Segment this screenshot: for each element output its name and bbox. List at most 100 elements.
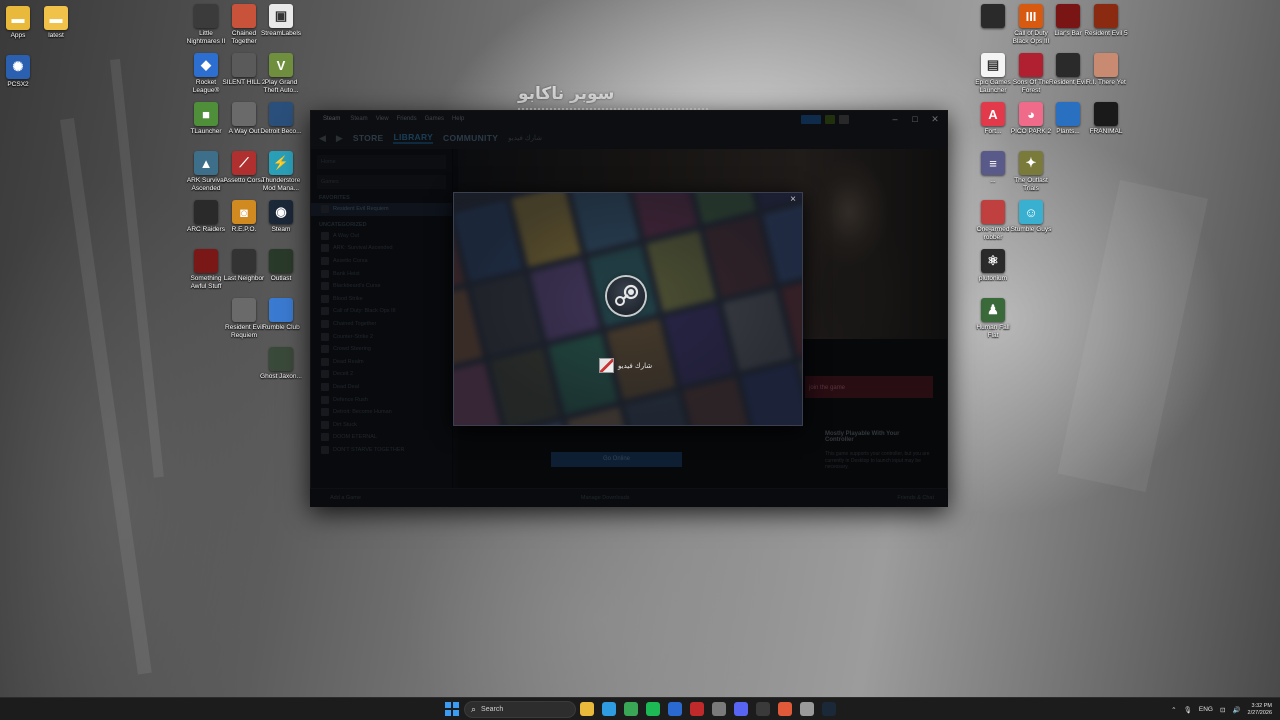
language-indicator[interactable]: ENG xyxy=(1199,706,1213,713)
desktop-icon[interactable]: Resident Evil 5 xyxy=(1084,4,1128,38)
desktop-icon-label: The Outlast Trials xyxy=(1014,177,1048,192)
desktop-icon-label: R.I. There Yet xyxy=(1086,79,1126,86)
settings-icon[interactable] xyxy=(712,702,726,716)
desktop-icon[interactable]: Outlast xyxy=(259,249,303,283)
desktop-icon-label: Steam xyxy=(271,226,291,233)
plutonium-icon: ⚛ xyxy=(981,249,1005,273)
desktop-icon[interactable]: ▬ latest xyxy=(34,6,78,40)
pcsx2-icon: ✺ xyxy=(6,55,30,79)
search-icon: ⌕ xyxy=(471,704,477,714)
git-icon[interactable] xyxy=(778,702,792,716)
desktop-icon-label: Play Grand Theft Auto... xyxy=(263,79,299,94)
spotify-icon[interactable] xyxy=(646,702,660,716)
gta-icon: V xyxy=(269,53,293,77)
game-icon xyxy=(1094,102,1118,126)
edge-icon[interactable] xyxy=(602,702,616,716)
chevron-up-icon[interactable]: ⌃ xyxy=(1171,706,1176,714)
avatar xyxy=(599,358,614,373)
taskbar-clock[interactable]: 3:32 PM 2/27/2026 xyxy=(1248,703,1272,717)
desktop-icon-label: Resident Evil 5 xyxy=(1084,30,1128,37)
thunderstore-icon: ⚡ xyxy=(269,151,293,175)
game-icon xyxy=(1019,53,1043,77)
close-icon[interactable]: × xyxy=(786,193,800,207)
tlauncher-icon: ■ xyxy=(194,102,218,126)
game-icon xyxy=(1056,4,1080,28)
game-icon xyxy=(232,4,256,28)
folder-icon: ▬ xyxy=(44,6,68,30)
steam-icon: ◉ xyxy=(269,200,293,224)
news-icon[interactable] xyxy=(690,702,704,716)
desktop-icon[interactable]: ⚡ Thunderstore Mod Mana... xyxy=(259,151,303,192)
assetto-corsa-icon: ⟋ xyxy=(232,151,256,175)
wallpaper-detail xyxy=(1057,180,1209,493)
game-icon xyxy=(232,298,256,322)
network-icon[interactable]: ⊡ xyxy=(1220,706,1225,714)
game-icon xyxy=(981,4,1005,28)
discord-icon[interactable] xyxy=(734,702,748,716)
taskbar: ⌕ Search ⌃ 🎙 ENG ⊡ 🔊 3:32 PM 2/27/2026 xyxy=(0,697,1280,720)
desktop-icon-label: Rumble Club xyxy=(262,324,300,331)
desktop-icon-label: latest xyxy=(48,32,64,39)
desktop-icon-label: FRANIMAL xyxy=(1089,128,1123,135)
steam-icon[interactable] xyxy=(822,702,836,716)
loading-username: شارك فيديو xyxy=(618,361,653,370)
desktop-icon[interactable]: ✺ PCSX2 xyxy=(0,55,40,89)
start-button[interactable] xyxy=(445,702,459,716)
game-icon xyxy=(269,249,293,273)
game-icon xyxy=(269,298,293,322)
desktop-icon-label: Human Fall Flat xyxy=(976,324,1010,339)
game-icon xyxy=(1056,53,1080,77)
desktop-icon[interactable]: ♟ Human Fall Flat xyxy=(971,298,1015,339)
desktop-icon[interactable]: FRANIMAL xyxy=(1084,102,1128,136)
extensions-icon[interactable] xyxy=(800,702,814,716)
game-icon xyxy=(232,53,256,77)
desktop-icon[interactable]: ✦ The Outlast Trials xyxy=(1009,151,1053,192)
desktop-icon-label: Ghost Jaxon... xyxy=(260,373,302,380)
desktop-icon[interactable]: ☺ Stumble Guys xyxy=(1009,200,1053,234)
ark-icon: ▲ xyxy=(194,151,218,175)
desktop-icon[interactable]: V Play Grand Theft Auto... xyxy=(259,53,303,94)
desktop-icon[interactable]: ◉ Steam xyxy=(259,200,303,234)
steam-logo-icon xyxy=(607,277,645,315)
clock-date: 2/27/2026 xyxy=(1247,709,1272,716)
game-icon xyxy=(269,347,293,371)
streamlabels-icon: ▣ xyxy=(269,4,293,28)
game-icon xyxy=(194,200,218,224)
pico-park-icon: ◕ xyxy=(1019,102,1043,126)
desktop-icon[interactable]: ▣ StreamLabels xyxy=(259,4,303,38)
game-icon xyxy=(981,200,1005,224)
chrome-icon[interactable] xyxy=(624,702,638,716)
desktop-icon[interactable]: Ghost Jaxon... xyxy=(259,347,303,381)
volume-icon[interactable]: 🔊 xyxy=(1232,706,1240,714)
media-icon[interactable] xyxy=(668,702,682,716)
desktop-icon-label: plutonium xyxy=(978,275,1008,282)
search-placeholder: Search xyxy=(481,706,504,713)
desktop-icon[interactable]: R.I. There Yet xyxy=(1084,53,1128,87)
stumble-guys-icon: ☺ xyxy=(1019,200,1043,224)
game-icon xyxy=(232,249,256,273)
file-explorer-icon[interactable] xyxy=(580,702,594,716)
taskbar-search[interactable]: ⌕ Search xyxy=(464,701,576,718)
outlast-trials-icon: ✦ xyxy=(1019,151,1043,175)
game-icon xyxy=(194,249,218,273)
watermark-logo: سوبر ناكابو xyxy=(518,84,708,110)
loading-status: شارك فيديو xyxy=(599,358,652,373)
microphone-icon[interactable]: 🎙 xyxy=(1184,706,1192,714)
rocket-league-icon: ◆ xyxy=(194,53,218,77)
game-icon xyxy=(1056,102,1080,126)
clock-time: 3:32 PM xyxy=(1251,702,1272,709)
steam-loading-dialog: × شارك فيديو xyxy=(453,192,803,426)
desktop-icon[interactable]: Detroit Beco... xyxy=(259,102,303,136)
wallpaper-detail xyxy=(60,118,152,675)
desktop-icon[interactable]: Rumble Club xyxy=(259,298,303,332)
system-tray: ⌃ 🎙 ENG ⊡ 🔊 3:32 PM 2/27/2026 xyxy=(1171,698,1272,720)
adobe-icon: A xyxy=(981,102,1005,126)
human-fall-flat-icon: ♟ xyxy=(981,298,1005,322)
game-icon xyxy=(194,4,218,28)
game-icon xyxy=(269,102,293,126)
desktop-icon[interactable]: ⚛ plutonium xyxy=(971,249,1015,283)
repo-icon: ◙ xyxy=(232,200,256,224)
terminal-icon[interactable] xyxy=(756,702,770,716)
game-icon xyxy=(1094,53,1118,77)
desktop-icon-label: Detroit Beco... xyxy=(260,128,302,135)
